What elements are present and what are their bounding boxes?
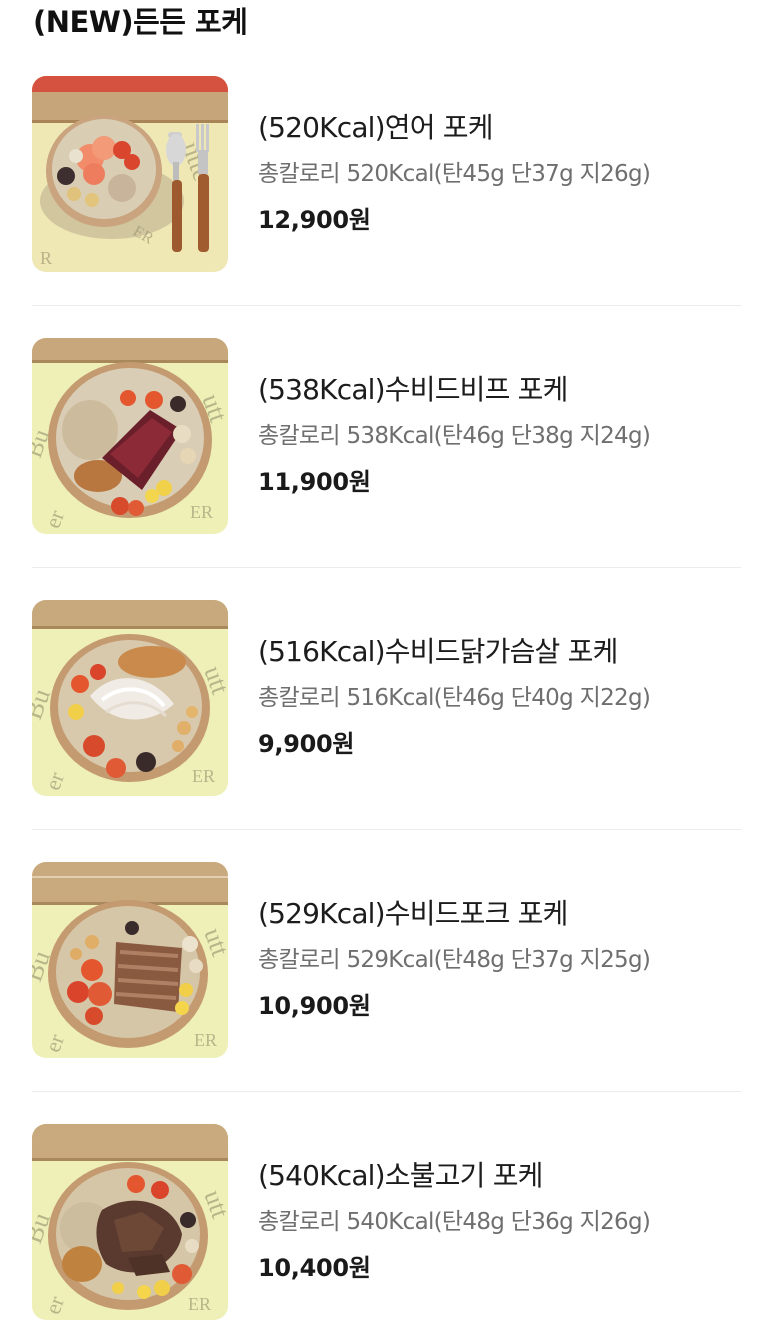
menu-item-description: 총칼로리 520Kcal(탄45g 단37g 지26g) bbox=[258, 161, 651, 187]
svg-text:ER: ER bbox=[188, 1294, 211, 1314]
salmon-poke-bowl-photo: utte R ER bbox=[32, 76, 228, 272]
sous-vide-beef-poke-bowl-photo: utt Bu er ER bbox=[32, 338, 228, 534]
menu-item-name: (538Kcal)수비드비프 포케 bbox=[258, 373, 568, 406]
menu-item-sous-vide-chicken-poke[interactable]: utt Bu er ER (516Kcal)수비드닭가슴살 포케 총칼로리 51… bbox=[0, 600, 773, 800]
sous-vide-pork-poke-bowl-photo: utt Bu er ER bbox=[32, 862, 228, 1058]
menu-item-sous-vide-beef-poke[interactable]: utt Bu er ER (538Kcal)수비드비프 포케 총칼로리 538K… bbox=[0, 338, 773, 538]
svg-text:R: R bbox=[40, 248, 52, 268]
menu-item-beef-bulgogi-poke[interactable]: utt Bu er ER (540Kcal)소불고기 포케 총칼로리 540Kc… bbox=[0, 1124, 773, 1324]
divider bbox=[32, 829, 741, 830]
divider bbox=[32, 567, 741, 568]
svg-text:ER: ER bbox=[192, 766, 215, 786]
menu-item-photo[interactable]: utte R ER bbox=[32, 76, 228, 272]
menu-item-description: 총칼로리 538Kcal(탄46g 단38g 지24g) bbox=[258, 423, 651, 449]
menu-item-price: 12,900원 bbox=[258, 206, 371, 234]
menu-item-name: (540Kcal)소불고기 포케 bbox=[258, 1159, 543, 1192]
beef-bulgogi-poke-bowl-photo: utt Bu er ER bbox=[32, 1124, 228, 1320]
svg-text:ER: ER bbox=[190, 502, 213, 522]
menu-item-description: 총칼로리 516Kcal(탄46g 단40g 지22g) bbox=[258, 685, 651, 711]
menu-item-description: 총칼로리 540Kcal(탄48g 단36g 지26g) bbox=[258, 1209, 651, 1235]
divider bbox=[32, 305, 741, 306]
svg-text:ER: ER bbox=[194, 1030, 217, 1050]
menu-item-sous-vide-pork-poke[interactable]: utt Bu er ER (529Kcal)수비드포크 포케 총칼로리 529K… bbox=[0, 862, 773, 1062]
menu-item-price: 10,400원 bbox=[258, 1254, 371, 1282]
sous-vide-chicken-breast-poke-bowl-photo: utt Bu er ER bbox=[32, 600, 228, 796]
divider bbox=[32, 1091, 741, 1092]
menu-item-price: 11,900원 bbox=[258, 468, 371, 496]
menu-item-salmon-poke[interactable]: utte R ER (520Kcal)연어 포케 총칼로리 520Kcal(탄4… bbox=[0, 76, 773, 276]
menu-item-photo[interactable]: utt Bu er ER bbox=[32, 1124, 228, 1320]
menu-item-name: (529Kcal)수비드포크 포케 bbox=[258, 897, 568, 930]
menu-item-name: (520Kcal)연어 포케 bbox=[258, 111, 494, 144]
section-title: (NEW)든든 포케 bbox=[33, 5, 248, 39]
menu-item-name: (516Kcal)수비드닭가슴살 포케 bbox=[258, 635, 618, 668]
menu-item-photo[interactable]: utt Bu er ER bbox=[32, 862, 228, 1058]
menu-item-photo[interactable]: utt Bu er ER bbox=[32, 338, 228, 534]
menu-item-price: 9,900원 bbox=[258, 730, 355, 758]
menu-item-description: 총칼로리 529Kcal(탄48g 단37g 지25g) bbox=[258, 947, 651, 973]
menu-item-price: 10,900원 bbox=[258, 992, 371, 1020]
menu-item-photo[interactable]: utt Bu er ER bbox=[32, 600, 228, 796]
